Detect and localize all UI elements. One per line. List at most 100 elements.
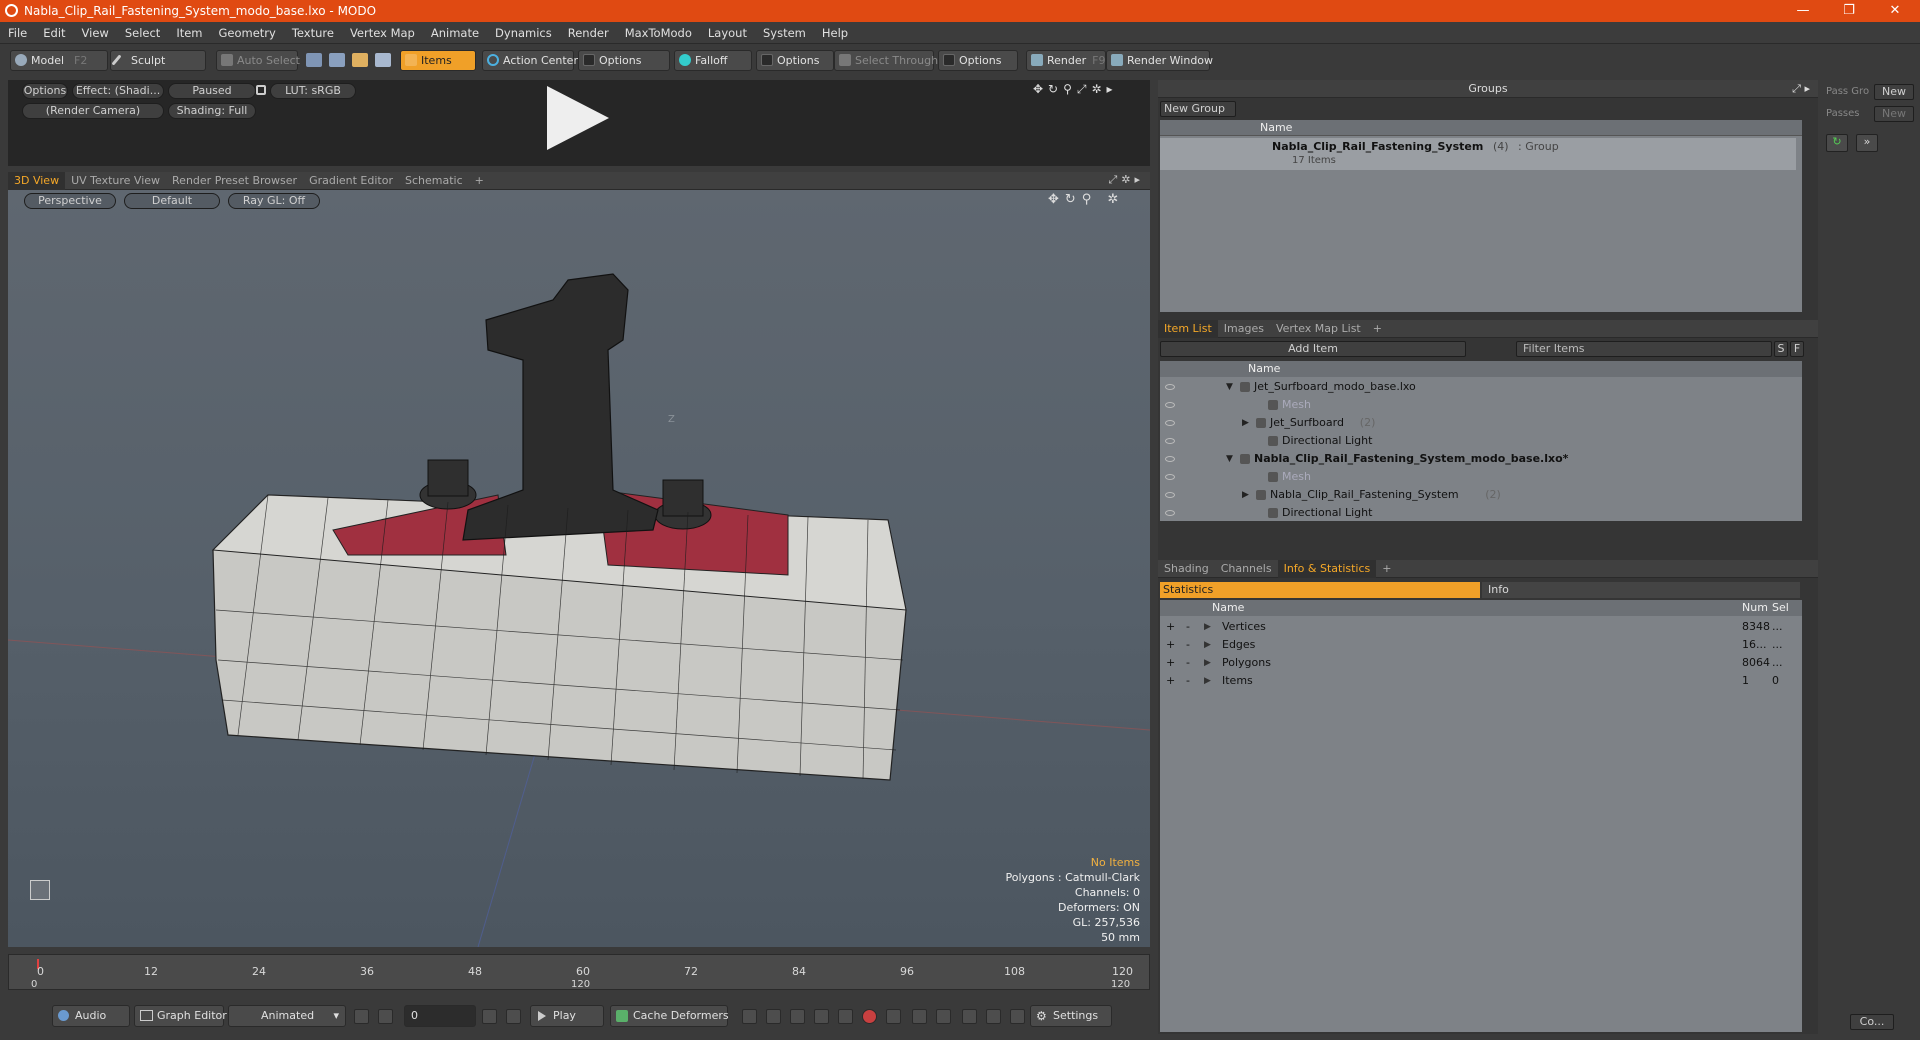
expand-arrow-icon[interactable]: ▶ — [1204, 654, 1211, 672]
channel-tool-icon-2[interactable] — [986, 1009, 1001, 1024]
visibility-eye-icon[interactable] — [1165, 456, 1175, 462]
expand-icon[interactable]: ⤢ ▸ — [1792, 80, 1810, 98]
channel-tool-icon-3[interactable] — [1010, 1009, 1025, 1024]
lock-icon[interactable] — [256, 85, 266, 95]
camera-dropdown[interactable]: (Render Camera) — [22, 103, 164, 119]
item-list-row[interactable]: Directional Light — [1160, 432, 1796, 450]
menu-dynamics[interactable]: Dynamics — [487, 22, 560, 44]
step-back-icon[interactable] — [378, 1009, 393, 1024]
item-list-row[interactable]: Directional Light — [1160, 504, 1796, 522]
key-filter-icon[interactable] — [886, 1009, 901, 1024]
new-group-button[interactable]: New Group — [1160, 101, 1236, 117]
render-window-button[interactable]: Render Window — [1106, 50, 1213, 71]
statistics-table[interactable]: Name Num Sel + - ▶ Vertices 8348... + - ▶ Edges 1… — [1160, 600, 1802, 1032]
timeline[interactable]: 0 12 24 36 48 60 72 84 96 108 120 0 120 … — [8, 954, 1150, 990]
minimize-button[interactable]: — — [1780, 0, 1826, 22]
command-button[interactable]: Co... — [1850, 1014, 1894, 1030]
plus-icon[interactable]: + — [1166, 672, 1175, 690]
minus-icon[interactable]: - — [1186, 654, 1190, 672]
tab-gradient-editor[interactable]: Gradient Editor — [303, 172, 399, 190]
visibility-eye-icon[interactable] — [1165, 474, 1175, 480]
menu-help[interactable]: Help — [814, 22, 856, 44]
item-list-row[interactable]: ▶ Jet_Surfboard (2) — [1160, 414, 1796, 432]
auto-select-button[interactable]: Auto Select — [216, 50, 300, 71]
menu-vertex-map[interactable]: Vertex Map — [342, 22, 423, 44]
key-tool-icon-2[interactable] — [766, 1009, 781, 1024]
expand-right-icon[interactable]: » — [1856, 134, 1878, 152]
group-row[interactable]: Nabla_Clip_Rail_Fastening_System (4) : G… — [1160, 138, 1796, 170]
select-through-button[interactable]: Select Through — [834, 50, 938, 71]
tab-3d-view[interactable]: 3D View — [8, 172, 66, 190]
s-button[interactable]: S — [1774, 341, 1788, 357]
add-tab-button[interactable]: + — [1367, 320, 1388, 338]
tab-item-list[interactable]: Item List — [1158, 320, 1218, 338]
effect-dropdown[interactable]: Effect: (Shadi... — [72, 83, 164, 99]
minus-icon[interactable]: - — [1186, 636, 1190, 654]
expand-arrow-icon[interactable]: ▼ — [1226, 378, 1233, 396]
falloff-button[interactable]: Falloff — [674, 50, 752, 71]
action-center-options-button[interactable]: Options — [578, 50, 670, 71]
visibility-eye-icon[interactable] — [1165, 492, 1175, 498]
menu-texture[interactable]: Texture — [284, 22, 342, 44]
panel-settings-icons[interactable]: ⤢✲▸ — [1108, 173, 1144, 187]
visibility-eye-icon[interactable] — [1165, 384, 1175, 390]
add-tab-button[interactable]: + — [1376, 560, 1397, 578]
audio-button[interactable]: Audio — [52, 1005, 130, 1027]
preview-nav-icons[interactable]: ✥↻⚲⤢✲▸ — [1033, 82, 1118, 97]
menu-view[interactable]: View — [74, 22, 117, 44]
settings-button[interactable]: ⚙ Settings — [1030, 1005, 1112, 1027]
item-list-row[interactable]: Mesh — [1160, 396, 1796, 414]
menu-animate[interactable]: Animate — [423, 22, 487, 44]
item-list-row[interactable]: ▶ Nabla_Clip_Rail_Fastening_System (2) — [1160, 486, 1796, 504]
tab-render-preset-browser[interactable]: Render Preset Browser — [166, 172, 303, 190]
paused-toggle[interactable]: Paused — [168, 83, 256, 99]
polygons-mode-icon[interactable] — [352, 53, 368, 67]
expand-arrow-icon[interactable]: ▼ — [1226, 450, 1233, 468]
add-item-button[interactable]: Add Item — [1160, 341, 1466, 357]
expand-arrow-icon[interactable]: ▶ — [1204, 618, 1211, 636]
close-button[interactable]: ✕ — [1872, 0, 1918, 22]
materials-mode-icon[interactable] — [375, 53, 391, 67]
action-center-button[interactable]: Action Center — [482, 50, 578, 71]
item-list-row[interactable]: Mesh — [1160, 468, 1796, 486]
go-to-end-icon[interactable] — [506, 1009, 521, 1024]
minus-icon[interactable]: - — [1186, 618, 1190, 636]
frame-input[interactable]: 0 — [404, 1005, 476, 1027]
auto-key-icon[interactable] — [838, 1009, 853, 1024]
tab-images[interactable]: Images — [1218, 320, 1270, 338]
new-pass-group-button[interactable]: New — [1874, 84, 1914, 100]
record-key-icon[interactable] — [862, 1009, 877, 1024]
menu-render[interactable]: Render — [560, 22, 617, 44]
play-button[interactable]: Play — [530, 1005, 604, 1027]
stat-row[interactable]: + - ▶ Vertices 8348... — [1160, 618, 1796, 636]
animated-dropdown[interactable]: Animated ▾ — [228, 1005, 346, 1027]
expand-arrow-icon[interactable]: ▶ — [1242, 414, 1249, 432]
vertices-mode-icon[interactable] — [306, 53, 322, 67]
key-tool-icon-1[interactable] — [742, 1009, 757, 1024]
visibility-eye-icon[interactable] — [1165, 438, 1175, 444]
stat-row[interactable]: + - ▶ Edges 16...... — [1160, 636, 1796, 654]
visibility-eye-icon[interactable] — [1165, 510, 1175, 516]
render-button[interactable]: Render F9 — [1026, 50, 1106, 71]
menu-system[interactable]: System — [755, 22, 814, 44]
model-mode-button[interactable]: Model F2 — [10, 50, 108, 71]
graph-editor-button[interactable]: Graph Editor — [134, 1005, 227, 1027]
next-key-icon[interactable] — [814, 1009, 829, 1024]
tab-schematic[interactable]: Schematic — [399, 172, 469, 190]
tab-channels[interactable]: Channels — [1215, 560, 1278, 578]
stat-row[interactable]: + - ▶ Items 1 0 — [1160, 672, 1796, 690]
first-key-icon[interactable] — [912, 1009, 927, 1024]
menu-file[interactable]: File — [0, 22, 35, 44]
plus-icon[interactable]: + — [1166, 636, 1175, 654]
3d-viewport[interactable]: Perspective Default Ray GL: Off ✥↻⚲ ✲ Z … — [8, 190, 1150, 947]
tab-info-statistics[interactable]: Info & Statistics — [1277, 560, 1377, 578]
tab-vertex-map-list[interactable]: Vertex Map List — [1270, 320, 1367, 338]
expand-arrow-icon[interactable]: ▶ — [1242, 486, 1249, 504]
expand-arrow-icon[interactable]: ▶ — [1204, 672, 1211, 690]
maximize-button[interactable]: ❐ — [1826, 0, 1872, 22]
expand-arrow-icon[interactable]: ▶ — [1204, 636, 1211, 654]
menu-layout[interactable]: Layout — [700, 22, 755, 44]
lut-dropdown[interactable]: LUT: sRGB — [270, 83, 356, 99]
items-mode-button[interactable]: Items — [400, 50, 476, 71]
select-through-options-button[interactable]: Options — [938, 50, 1018, 71]
